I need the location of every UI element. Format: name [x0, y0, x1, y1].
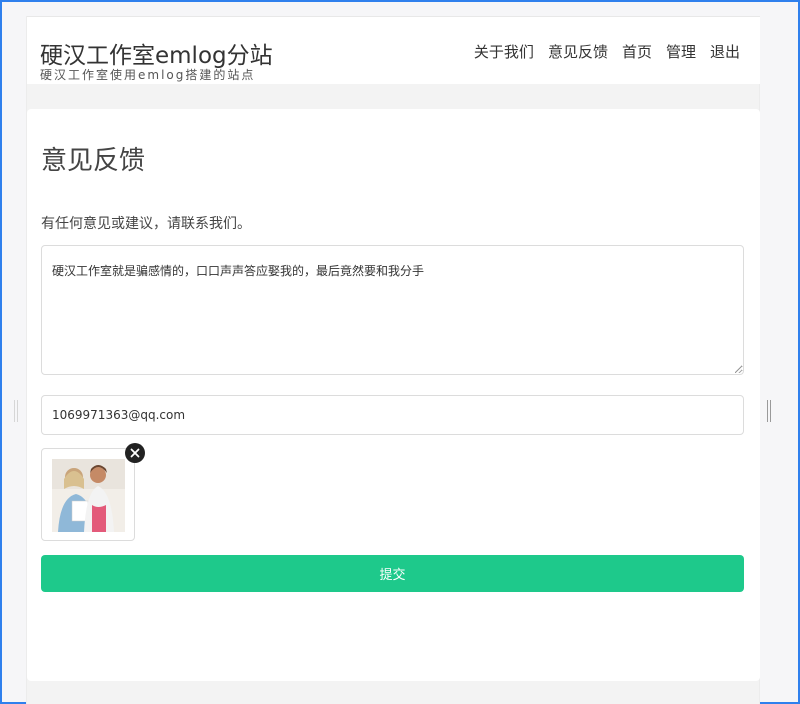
site-subtitle: 硬汉工作室使用emlog搭建的站点: [40, 68, 256, 82]
nav-logout[interactable]: 退出: [710, 41, 740, 62]
remove-attachment-button[interactable]: [125, 443, 145, 463]
message-textarea[interactable]: 硬汉工作室就是骗感情的，口口声声答应娶我的，最后竟然要和我分手: [41, 245, 744, 375]
email-field[interactable]: [41, 395, 744, 435]
page-container: 硬汉工作室emlog分站 硬汉工作室使用emlog搭建的站点 关于我们 意见反馈…: [26, 16, 760, 704]
nav-admin[interactable]: 管理: [666, 41, 696, 62]
feedback-intro: 有任何意见或建议，请联系我们。: [41, 216, 251, 232]
site-title[interactable]: 硬汉工作室emlog分站: [40, 36, 273, 70]
left-drag-handle[interactable]: [14, 400, 18, 422]
browser-frame: 硬汉工作室emlog分站 硬汉工作室使用emlog搭建的站点 关于我们 意见反馈…: [0, 0, 800, 704]
page-title: 意见反馈: [41, 146, 146, 176]
close-icon: [130, 448, 140, 458]
main-nav: 关于我们 意见反馈 首页 管理 退出: [474, 41, 740, 62]
attachment-preview: [41, 448, 135, 541]
site-header: 硬汉工作室emlog分站 硬汉工作室使用emlog搭建的站点 关于我们 意见反馈…: [27, 16, 760, 84]
textarea-resize-grip[interactable]: [734, 365, 742, 373]
nav-about[interactable]: 关于我们: [474, 41, 534, 62]
feedback-card: 意见反馈 有任何意见或建议，请联系我们。 硬汉工作室就是骗感情的，口口声声答应娶…: [27, 109, 760, 681]
right-drag-handle[interactable]: [767, 400, 771, 422]
photo-thumbnail: [52, 459, 125, 532]
submit-button[interactable]: 提交: [41, 555, 744, 592]
nav-feedback[interactable]: 意见反馈: [548, 41, 608, 62]
nav-home[interactable]: 首页: [622, 41, 652, 62]
